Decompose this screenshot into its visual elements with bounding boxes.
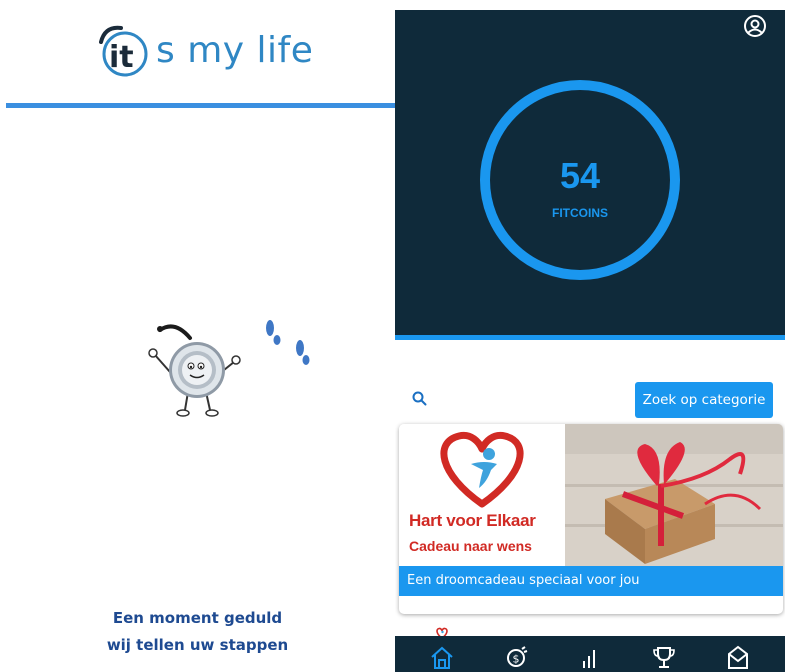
coins-icon: $ — [507, 646, 528, 667]
header-divider — [6, 103, 395, 108]
search-by-category-button[interactable]: Zoek op categorie — [635, 382, 773, 418]
wait-message-line2: wij tellen uw stappen — [106, 636, 289, 654]
svg-text:$: $ — [513, 653, 520, 666]
coins-value: 54 — [559, 155, 601, 196]
dashboard-screen: 54 FITCOINS Zoek op categorie Hart voor … — [395, 0, 785, 672]
brand-name: Hart voor Elkaar — [409, 511, 536, 530]
card-caption: Een droomcadeau speciaal voor jou — [399, 566, 783, 596]
header-accent-bar — [395, 335, 785, 340]
nav-home[interactable] — [424, 642, 460, 672]
brand-heart-icon — [435, 624, 449, 639]
stats-icon — [583, 650, 595, 668]
loading-screen: it s my life Een moment geduld wij telle… — [0, 0, 395, 672]
gift-photo — [565, 424, 783, 566]
logo-it-text: it — [109, 40, 134, 75]
trophy-icon — [653, 647, 675, 668]
nav-stats[interactable] — [572, 642, 608, 672]
logo-it-mark: it — [95, 22, 159, 78]
app-logo: it s my life — [95, 20, 313, 80]
profile-icon[interactable] — [743, 14, 767, 38]
mail-icon — [728, 645, 748, 669]
step-counter-mascot — [140, 310, 320, 434]
search-icon[interactable] — [411, 390, 429, 408]
nav-mail[interactable] — [720, 642, 756, 672]
nav-trophy[interactable] — [646, 642, 682, 672]
wait-message-line1: Een moment geduld — [112, 609, 283, 627]
logo-slogan: s my life — [156, 29, 314, 71]
brand-tagline: Cadeau naar wens — [409, 538, 532, 554]
nav-coins[interactable]: $ — [498, 642, 534, 672]
coins-label: FITCOINS — [552, 206, 608, 220]
home-icon — [431, 646, 453, 669]
brand-logo: Hart voor Elkaar Cadeau naar wens — [399, 424, 565, 566]
bottom-nav: $ — [395, 636, 785, 672]
reward-card[interactable]: Hart voor Elkaar Cadeau naar wens Een dr… — [399, 424, 783, 614]
